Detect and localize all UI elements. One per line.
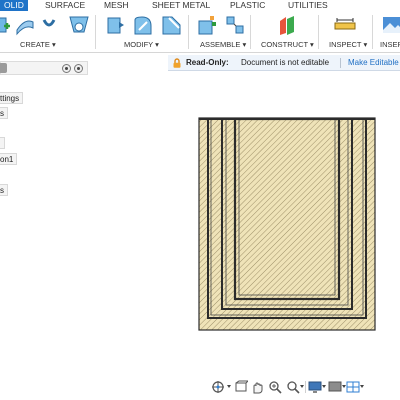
joint-icon[interactable] [224,14,246,36]
lock-icon [173,58,181,68]
zoom-dropdown-icon[interactable] [300,385,304,388]
orbit-icon[interactable] [211,380,225,394]
grid-icon[interactable] [328,380,342,394]
tab-plastic[interactable]: PLASTIC [230,0,265,11]
browser-item-bodies[interactable]: s [0,184,8,196]
separator [340,58,341,68]
read-only-bar: Read-Only: Document is not editable Make… [168,55,400,71]
fusion-window: OLID SURFACE MESH SHEET METAL PLASTIC UT… [0,0,400,400]
separator [305,381,306,393]
browser-item-views[interactable]: s [0,107,8,119]
tab-mesh[interactable]: MESH [104,0,129,11]
look-at-icon[interactable] [234,380,248,394]
separator [372,15,373,49]
panel-handle[interactable] [0,63,7,73]
orbit-dropdown-icon[interactable] [227,385,231,388]
zoom-icon[interactable] [268,380,282,394]
inspect-menu[interactable]: INSPECT ▾ [329,40,367,50]
separator [95,15,96,49]
chamfer-icon[interactable] [160,14,182,36]
tab-utilities[interactable]: UTILITIES [288,0,328,11]
measure-icon[interactable] [334,14,356,36]
toolbar: CREATE ▾ MODIFY ▾ ASSEMBLE ▾ CONSTRUCT ▾… [0,11,400,53]
new-component-assemble-icon[interactable] [196,14,218,36]
tab-sheet-metal[interactable]: SHEET METAL [152,0,210,11]
pin-icon[interactable] [74,64,83,73]
make-editable-button[interactable]: Make Editable [348,55,399,71]
browser-item-settings[interactable]: ttings [0,92,24,104]
tab-surface[interactable]: SURFACE [45,0,85,11]
separator [250,15,251,49]
tab-solid[interactable]: OLID [0,0,28,11]
insert-menu[interactable]: INSER [380,40,400,50]
separator [188,15,189,49]
create-sketch-icon[interactable] [14,14,36,36]
read-only-title: Read-Only: [186,58,229,67]
navigation-bar [0,378,400,400]
browser-item-origin[interactable] [0,137,5,149]
read-only-message: Document is not editable [241,58,330,67]
workspace-tabs: OLID SURFACE MESH SHEET METAL PLASTIC UT… [0,0,400,11]
viewports-icon[interactable] [346,380,360,394]
display-settings-icon[interactable] [308,380,322,394]
collapse-icon[interactable] [62,64,71,73]
browser-panel: ttings s on1 s [0,53,90,400]
display-dropdown-icon[interactable] [322,385,326,388]
revolve-icon[interactable] [68,14,90,36]
insert-image-icon[interactable] [382,14,400,36]
viewports-dropdown-icon[interactable] [360,385,364,388]
zoom-window-icon[interactable] [286,380,300,394]
create-menu[interactable]: CREATE ▾ [20,40,56,50]
extrude-icon[interactable] [38,14,60,36]
section-model-view[interactable] [198,117,376,331]
fillet-icon[interactable] [132,14,154,36]
assemble-menu[interactable]: ASSEMBLE ▾ [200,40,246,50]
separator [318,15,319,49]
browser-header [0,61,88,75]
construct-menu[interactable]: CONSTRUCT ▾ [261,40,314,50]
press-pull-icon[interactable] [104,14,126,36]
modify-menu[interactable]: MODIFY ▾ [124,40,159,50]
browser-item-component[interactable]: on1 [0,153,18,165]
pan-icon[interactable] [250,380,264,394]
offset-plane-icon[interactable] [276,14,298,36]
new-component-icon[interactable] [0,14,12,36]
